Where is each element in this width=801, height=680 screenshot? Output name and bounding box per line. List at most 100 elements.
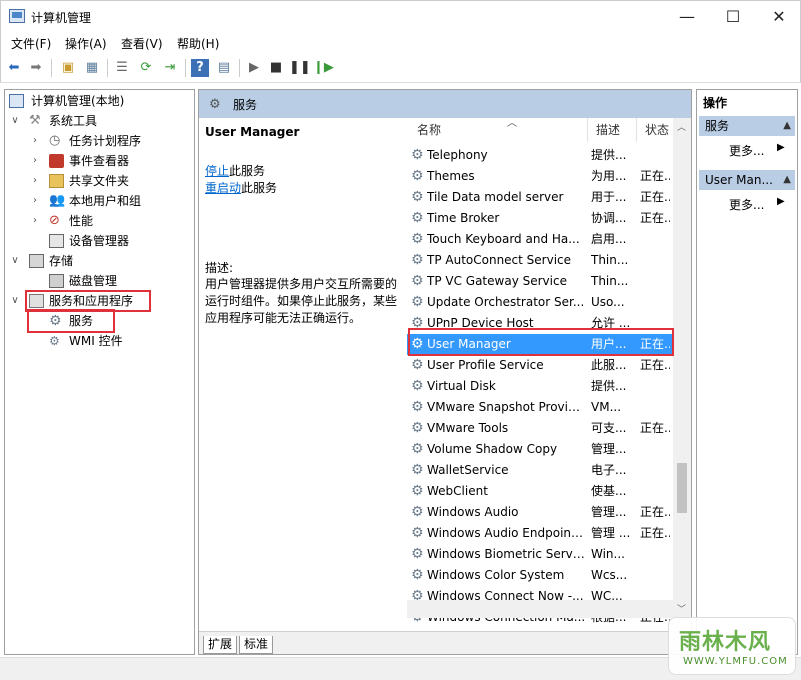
table-row[interactable]: ⚙Windows Audio Endpoint... 管理 ... 正在... — [407, 523, 673, 544]
table-row[interactable]: ⚙ Telephony 提供... — [407, 145, 673, 166]
computer-icon — [9, 94, 24, 108]
help-icon[interactable]: ? — [191, 59, 209, 77]
chevron-right-icon[interactable]: › — [29, 211, 41, 231]
tree-item-device-manager[interactable]: 设备管理器 — [9, 231, 189, 251]
chevron-down-icon[interactable]: ∨ — [9, 291, 21, 311]
table-row[interactable]: ⚙ Windows Color System Wcs... — [407, 565, 673, 586]
service-gear-icon: ⚙ — [411, 441, 424, 457]
table-row[interactable]: ⚙ WebClient 使基... — [407, 481, 673, 502]
chevron-right-icon[interactable]: › — [29, 151, 41, 171]
tab-extended[interactable]: 扩展 — [203, 636, 238, 654]
chevron-down-icon[interactable]: ∨ — [9, 111, 21, 131]
tree-item-root[interactable]: 计算机管理(本地) — [9, 91, 189, 111]
stop-service-icon[interactable]: ■ — [267, 59, 285, 77]
up-folder-icon[interactable]: ▣ — [59, 59, 77, 77]
table-row[interactable]: ⚙ Touch Keyboard and Ha... 启用... — [407, 229, 673, 250]
actions-group-services[interactable]: 服务 ▲ — [699, 116, 795, 136]
column-label: 名称 — [417, 123, 442, 137]
pause-service-icon[interactable]: ❚❚ — [289, 59, 311, 77]
restart-service-icon[interactable]: ❙▶ — [313, 59, 334, 77]
service-name: Windows Biometric Servi... — [427, 547, 587, 561]
table-row[interactable]: ⚙Windows Audio 管理... 正在... — [407, 502, 673, 523]
service-description: 可支... — [591, 421, 627, 435]
tree-item-disk-management[interactable]: 磁盘管理 — [9, 271, 189, 291]
stop-link-row: 停止此服务 — [205, 162, 265, 179]
description-label: 描述: — [205, 261, 234, 275]
service-gear-icon: ⚙ — [411, 378, 424, 394]
tree-item-system-tools[interactable]: ∨ ⚒ 系统工具 — [9, 111, 189, 131]
table-row[interactable]: ⚙Themes 为用... 正在... — [407, 166, 673, 187]
refresh-icon[interactable]: ⟳ — [137, 59, 155, 77]
tree-item-label: 磁盘管理 — [69, 274, 118, 288]
table-row[interactable]: ⚙ VMware Snapshot Provid... VM... — [407, 397, 673, 418]
table-row[interactable]: ⚙ Volume Shadow Copy 管理... — [407, 439, 673, 460]
tab-standard[interactable]: 标准 — [239, 636, 274, 654]
tree-item-local-users[interactable]: › 👥 本地用户和组 — [9, 191, 189, 211]
maximize-button[interactable]: ☐ — [710, 1, 756, 33]
more-actions-1[interactable]: 更多... ▶ — [729, 142, 785, 159]
chevron-right-icon[interactable]: › — [29, 171, 41, 191]
service-status: 正在... — [640, 421, 670, 435]
menu-action[interactable]: 操作(A) — [65, 35, 107, 52]
table-row[interactable]: ⚙ Windows Biometric Servi... Win... — [407, 544, 673, 565]
restart-link-row: 重启动此服务 — [205, 179, 277, 196]
tree-item-storage[interactable]: ∨ 存储 — [9, 251, 189, 271]
chevron-right-icon[interactable]: › — [29, 131, 41, 151]
wmi-icon: ⚙ — [49, 334, 60, 348]
show-hide-tree-icon[interactable]: ▦ — [83, 59, 101, 77]
export-list-icon[interactable]: ⇥ — [161, 59, 179, 77]
more-actions-2[interactable]: 更多... ▶ — [729, 196, 785, 213]
service-description: Uso... — [591, 295, 625, 309]
scroll-up-icon[interactable]: ︿ — [677, 120, 686, 133]
table-row[interactable]: ⚙User Profile Service 此服... 正在... — [407, 355, 673, 376]
table-row[interactable]: ⚙ Update Orchestrator Ser... Uso... — [407, 292, 673, 313]
table-row[interactable]: ⚙ Virtual Disk 提供... — [407, 376, 673, 397]
table-row[interactable]: ⚙ WalletService 电子... — [407, 460, 673, 481]
actions-group-user-manager[interactable]: User Man... ▲ — [699, 170, 795, 190]
collapse-icon[interactable]: ▲ — [783, 116, 791, 136]
tree-item-event-viewer[interactable]: › 事件查看器 — [9, 151, 189, 171]
chevron-down-icon[interactable]: ∨ — [9, 251, 21, 271]
column-header-description[interactable]: 描述 — [596, 118, 636, 142]
table-row[interactable]: ⚙VMware Tools 可支... 正在... — [407, 418, 673, 439]
restart-service-link[interactable]: 重启动 — [205, 181, 241, 195]
gear-icon: ⚙ — [209, 97, 221, 112]
minimize-button[interactable]: — — [664, 1, 710, 33]
tree-item-label: 存储 — [49, 254, 74, 268]
tree-item-label: 设备管理器 — [69, 234, 130, 248]
chevron-right-icon[interactable]: › — [29, 191, 41, 211]
tree-item-performance[interactable]: › ⊘ 性能 — [9, 211, 189, 231]
tree-item-task-scheduler[interactable]: › ◷ 任务计划程序 — [9, 131, 189, 151]
column-header-name[interactable]: 名称 ︿ — [417, 118, 587, 142]
table-row[interactable]: ⚙ TP AutoConnect Service Thin... — [407, 250, 673, 271]
title-bar: 计算机管理 — ☐ ✕ — [0, 0, 801, 32]
show-hide-action-pane-icon[interactable]: ▤ — [215, 59, 233, 77]
tree-item-shared-folders[interactable]: › 共享文件夹 — [9, 171, 189, 191]
menu-file[interactable]: 文件(F) — [11, 35, 51, 52]
forward-icon[interactable]: ➡ — [27, 59, 45, 77]
column-separator[interactable] — [636, 118, 637, 142]
menu-help[interactable]: 帮助(H) — [177, 35, 219, 52]
table-row[interactable]: ⚙Tile Data model server 用于... 正在... — [407, 187, 673, 208]
sort-ascending-icon: ︿ — [507, 118, 517, 129]
service-status: 正在... — [640, 358, 670, 372]
collapse-icon[interactable]: ▲ — [783, 170, 791, 190]
horizontal-scrollbar[interactable] — [407, 600, 673, 618]
column-separator[interactable] — [587, 118, 588, 142]
properties-icon[interactable]: ☰ — [113, 59, 131, 77]
close-button[interactable]: ✕ — [756, 1, 801, 33]
scroll-down-icon[interactable]: ﹀ — [677, 602, 686, 615]
table-row[interactable]: ⚙ TP VC Gateway Service Thin... — [407, 271, 673, 292]
scrollbar-thumb[interactable] — [677, 463, 687, 513]
table-row[interactable]: ⚙Time Broker 协调... 正在... — [407, 208, 673, 229]
menu-view[interactable]: 查看(V) — [121, 35, 163, 52]
back-icon[interactable]: ⬅ — [5, 59, 23, 77]
services-pane: ⚙ 服务 User Manager 停止此服务 重启动此服务 描述: 用户管理器… — [198, 89, 692, 655]
toolbar-separator — [185, 59, 186, 77]
vertical-scrollbar[interactable]: ︿ ﹀ — [673, 118, 691, 618]
tree-item-wmi[interactable]: ⚙ WMI 控件 — [9, 331, 189, 351]
service-name: Update Orchestrator Ser... — [427, 295, 585, 309]
stop-service-link[interactable]: 停止 — [205, 164, 229, 178]
start-service-icon[interactable]: ▶ — [245, 59, 263, 77]
column-header-status[interactable]: 状态 — [645, 118, 675, 142]
